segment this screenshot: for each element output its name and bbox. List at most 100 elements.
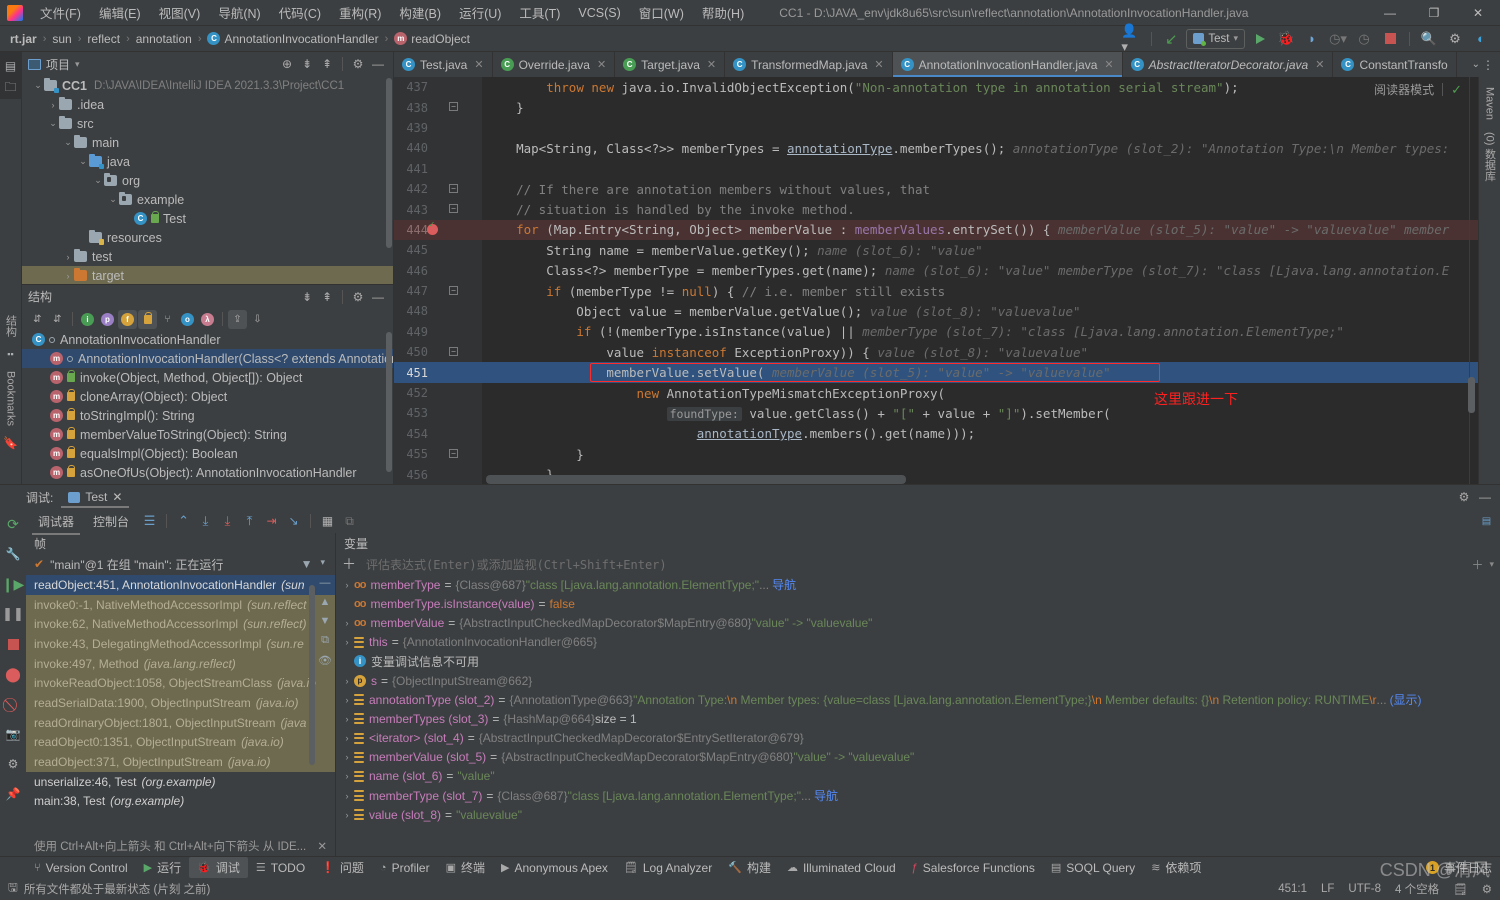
force-step-into-icon[interactable]: ⇥ [262, 512, 281, 531]
account-icon[interactable]: ◐ [1470, 29, 1492, 49]
code-line[interactable]: 447 − if (memberType != null) { // i.e. m… [394, 281, 1478, 301]
code-line[interactable]: 449 if (!(memberType.isInstance(value) |… [394, 322, 1478, 342]
code-fold-icon[interactable]: − [449, 204, 458, 214]
stack-frame-row[interactable]: invoke:43, DelegatingMethodAccessorImpl (… [26, 634, 335, 654]
editor-tab[interactable]: C Override.java ✕ [493, 52, 616, 77]
code-fold-icon[interactable]: − [449, 449, 458, 459]
chevron-down-icon[interactable]: ▾ [75, 59, 80, 70]
close-hint-icon[interactable]: ✕ [317, 839, 327, 853]
menu-item-10[interactable]: 窗口(W) [630, 0, 693, 26]
project-tree-node[interactable]: resources [22, 228, 393, 247]
chevron-right-icon[interactable]: › [340, 771, 354, 781]
structure-item[interactable]: m invoke(Object, Method, Object[]): Objec… [22, 368, 393, 387]
stop-program-icon[interactable] [2, 633, 24, 655]
layout-settings-icon[interactable]: ☰ [140, 512, 159, 531]
structure-item[interactable]: m memberValueToString(Object): String [22, 425, 393, 444]
menu-item-0[interactable]: 文件(F) [31, 0, 90, 26]
structure-item[interactable]: m cloneArray(Object): Object [22, 387, 393, 406]
stack-frame-row[interactable]: invoke:62, NativeMethodAccessorImpl (sun.… [26, 614, 335, 635]
chevron-right-icon[interactable]: › [340, 791, 354, 801]
project-tree-node[interactable]: › test [22, 247, 393, 266]
show-properties-icon[interactable]: p [98, 310, 117, 329]
debug-console-toggle-icon[interactable]: ▤ [1477, 512, 1496, 531]
show-non-public-icon[interactable] [138, 309, 157, 329]
menu-item-3[interactable]: 导航(N) [209, 0, 269, 26]
close-tab-icon[interactable]: ✕ [1104, 58, 1113, 71]
threads-frames-icon[interactable]: ⧉ [340, 512, 359, 531]
reader-mode-indicator[interactable]: 阅读器模式 ✓ [1374, 81, 1462, 98]
run-button[interactable] [1249, 29, 1271, 49]
line-separator[interactable]: LF [1321, 883, 1334, 895]
tool-window-button[interactable]: ▤ SOQL Query [1043, 859, 1143, 877]
debug-settings-gear-icon[interactable]: ⚙ [1455, 488, 1473, 506]
variable-row[interactable]: › memberTypes (slot_3) = {HashMap@664} size… [340, 709, 1500, 728]
structure-item[interactable]: m asOneOfUs(Object): AnnotationInvocation… [22, 463, 393, 482]
sort-by-visibility-icon[interactable]: ⇵ [28, 310, 47, 329]
tool-window-button[interactable]: ▣ 终端 [438, 857, 493, 878]
stack-frame-row[interactable]: invoke:497, Method (java.lang.reflect) [26, 653, 335, 674]
navigate-link[interactable]: 导航 [772, 576, 796, 593]
tool-window-button[interactable]: ⑂ Version Control [26, 859, 136, 877]
tool-window-button[interactable]: ☰ TODO [248, 859, 313, 877]
editor-tab[interactable]: C AnnotationInvocationHandler.java ✕ [892, 52, 1123, 77]
code-line[interactable]: 446 Class<?> memberType = memberTypes.ge… [394, 261, 1478, 281]
code-line[interactable]: 444 for (Map.Entry<String, Object> membe… [394, 219, 1478, 241]
code-line[interactable]: 455− } [394, 444, 1478, 464]
watches-menu-icon[interactable]: ▾ [1489, 559, 1494, 570]
settings-gear-icon[interactable]: ⚙ [1444, 29, 1466, 49]
frame-up-icon[interactable]: ▲ [320, 596, 331, 608]
tool-window-button[interactable]: ▶ 运行 [136, 857, 189, 878]
chevron-right-icon[interactable]: › [340, 618, 354, 628]
mute-breakpoints-icon[interactable]: ⃠ [2, 693, 24, 715]
thread-selector[interactable]: ✔ "main"@1 在组 "main": 正在运行 ▼ ▾ [26, 553, 335, 575]
structure-rail-icon[interactable]: ▪▪ [0, 343, 22, 365]
hide-project-panel-icon[interactable]: — [369, 55, 387, 73]
editor-tab[interactable]: C Test.java ✕ [394, 52, 493, 77]
evaluate-expression-icon[interactable]: ▦ [318, 512, 337, 531]
code-fold-icon[interactable]: − [449, 347, 458, 357]
tool-window-button[interactable]: 🐞 调试 [189, 857, 248, 878]
step-into-icon[interactable]: ⤓ [218, 512, 237, 531]
editor-tab[interactable]: C ConstantTransfo [1333, 52, 1457, 77]
variable-row[interactable]: › <iterator> (slot_4) = {AbstractInputCheck… [340, 729, 1500, 748]
breadcrumb-item-1[interactable]: sun [52, 32, 71, 46]
code-line[interactable]: 442 − // If there are annotation members … [394, 179, 1478, 199]
maximize-button[interactable]: ❐ [1412, 0, 1456, 26]
variables-list[interactable]: › oo memberType = {Class@687} "class [Ljava.… [336, 575, 1500, 856]
show-hierarchy-icon[interactable]: ⑂ [158, 310, 177, 329]
show-lambdas-icon[interactable]: λ [198, 310, 217, 329]
variable-row[interactable]: › p s = {ObjectInputStream@662} [340, 671, 1500, 690]
variable-row[interactable]: › value (slot_8) = "valuevalue" [340, 805, 1500, 824]
tool-window-button[interactable]: ☁ Illuminated Cloud [779, 859, 904, 877]
structure-item[interactable]: m equalsImpl(Object): Boolean [22, 444, 393, 463]
code-line[interactable]: 437 throw new java.io.InvalidObjectExcep… [394, 77, 1478, 97]
variable-row[interactable]: i 变量调试信息不可用 [340, 652, 1500, 671]
chevron-down-icon[interactable]: ⌄ [47, 118, 59, 129]
inspection-ok-icon[interactable]: ✓ [1451, 82, 1462, 98]
database-rail-label[interactable]: (0) 数据库 [1482, 126, 1498, 188]
chevron-right-icon[interactable]: › [340, 810, 354, 820]
project-tree-node[interactable]: › target [22, 266, 393, 284]
variable-row[interactable]: › annotationType (slot_2) = {AnnotationType… [340, 690, 1500, 709]
code-line[interactable]: 454 annotationType.members().get(name)))… [394, 424, 1478, 444]
close-tab-icon[interactable]: ✕ [597, 58, 606, 71]
pause-program-icon[interactable]: ❚❚ [2, 603, 24, 625]
sort-alphabetically-icon[interactable]: ⇵ [48, 310, 67, 329]
variable-row[interactable]: › memberValue (slot_5) = {AbstractInputChec… [340, 748, 1500, 767]
tool-window-button[interactable]: ▶ Anonymous Apex [493, 859, 616, 877]
bookmark-icon[interactable]: 🔖 [0, 432, 22, 454]
project-tree-node[interactable]: ⌄ main [22, 133, 393, 152]
project-tree-scrollbar[interactable] [386, 78, 392, 248]
project-tree-node[interactable]: C Test [22, 209, 393, 228]
chevron-down-icon[interactable]: ⌄ [107, 194, 119, 205]
variable-row[interactable]: oo memberType.isInstance(value) = false [340, 594, 1500, 613]
filter-frames-icon[interactable]: ▼ [301, 557, 313, 571]
autoscroll-from-source-icon[interactable]: ⇩ [248, 310, 267, 329]
code-line[interactable]: 439 [394, 118, 1478, 138]
chevron-right-icon[interactable]: › [62, 271, 74, 281]
menu-item-4[interactable]: 代码(C) [270, 0, 330, 26]
breadcrumb-item-5[interactable]: m readObject [394, 32, 470, 46]
variable-row[interactable]: › name (slot_6) = "value" [340, 767, 1500, 786]
menu-item-2[interactable]: 视图(V) [150, 0, 210, 26]
search-icon[interactable]: 🔍 [1418, 29, 1440, 49]
